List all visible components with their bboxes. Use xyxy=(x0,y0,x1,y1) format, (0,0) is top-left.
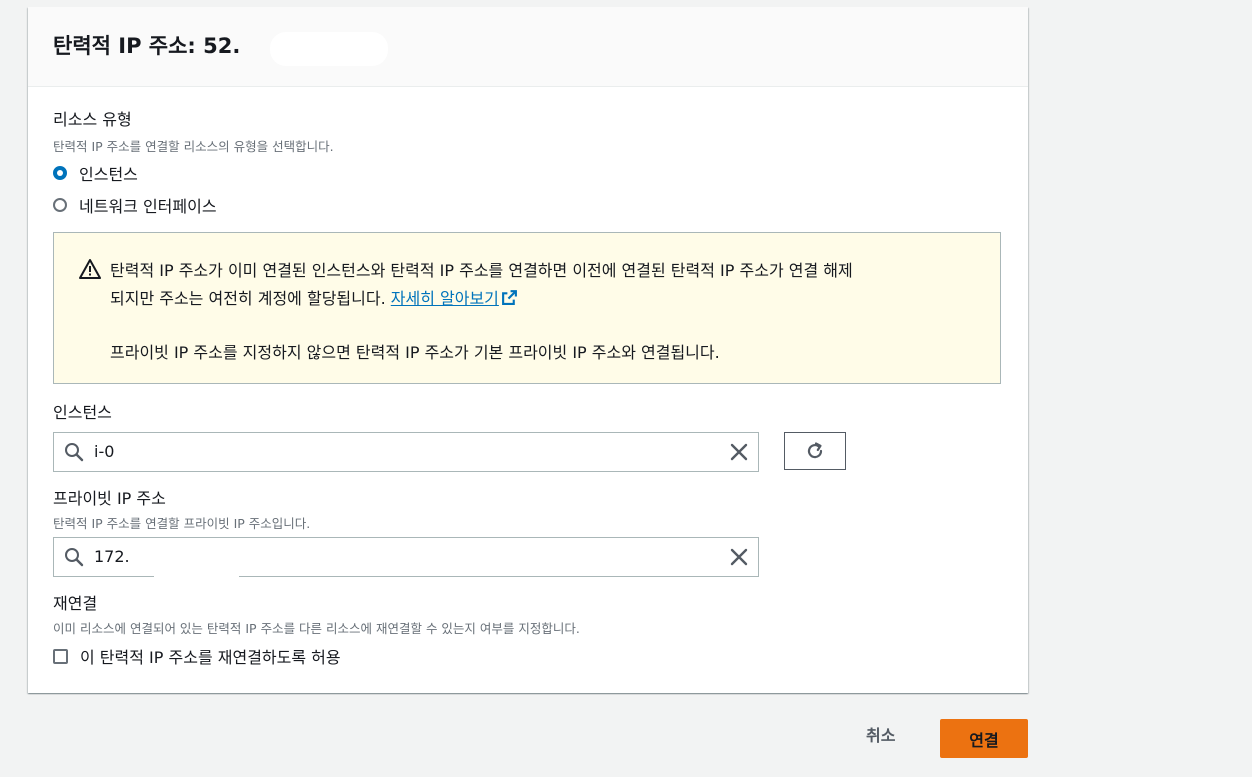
private-ip-search-value[interactable]: 172. xyxy=(94,547,130,566)
panel-header: 탄력적 IP 주소: 52. xyxy=(28,7,1028,87)
external-link-icon[interactable] xyxy=(501,289,518,306)
alert-text-line3: 프라이빗 IP 주소를 지정하지 않으면 탄력적 IP 주소가 기본 프라이빗 … xyxy=(110,343,720,362)
associate-eip-panel: 탄력적 IP 주소: 52. 리소스 유형 탄력적 IP 주소를 연결할 리소스… xyxy=(28,7,1028,693)
resource-type-description: 탄력적 IP 주소를 연결할 리소스의 유형을 선택합니다. xyxy=(53,139,334,154)
learn-more-link[interactable]: 자세히 알아보기 xyxy=(391,289,518,308)
private-ip-description: 탄력적 IP 주소를 연결할 프라이빗 IP 주소입니다. xyxy=(53,516,311,531)
instance-search-input[interactable]: i-0 xyxy=(53,432,759,472)
alert-text-line2-body: 되지만 주소는 여전히 계정에 할당됩니다. xyxy=(110,289,386,308)
reassociate-checkbox-label[interactable]: 이 탄력적 IP 주소를 재연결하도록 허용 xyxy=(80,644,341,668)
refresh-icon[interactable] xyxy=(805,441,825,461)
reassociate-label: 재연결 xyxy=(53,594,98,613)
associate-button[interactable]: 연결 xyxy=(940,719,1028,758)
radio-network-interface-label: 네트워크 인터페이스 xyxy=(79,197,217,216)
reassociate-checkbox-row[interactable]: 이 탄력적 IP 주소를 재연결하도록 허용 xyxy=(53,644,341,668)
radio-network-interface-button[interactable] xyxy=(53,198,67,212)
clear-icon[interactable] xyxy=(728,546,750,568)
alert-text-line2: 되지만 주소는 여전히 계정에 할당됩니다. 자세히 알아보기 xyxy=(110,285,518,309)
clear-icon[interactable] xyxy=(728,441,750,463)
instance-label: 인스턴스 xyxy=(53,403,112,422)
radio-instance-button[interactable] xyxy=(53,166,67,180)
learn-more-link-label[interactable]: 자세히 알아보기 xyxy=(391,289,499,308)
reassociate-description: 이미 리소스에 연결되어 있는 탄력적 IP 주소를 다른 리소스에 재연결할 … xyxy=(53,621,580,636)
private-ip-search-input[interactable]: 172. xyxy=(53,537,759,578)
redacted-ip-mask xyxy=(270,32,388,66)
private-ip-label: 프라이빗 IP 주소 xyxy=(53,489,166,508)
radio-instance-label: 인스턴스 xyxy=(79,165,138,184)
page-title: 탄력적 IP 주소: 52. xyxy=(53,34,241,58)
search-icon xyxy=(65,548,84,567)
search-icon xyxy=(65,443,84,462)
instance-search-value[interactable]: i-0 xyxy=(94,442,114,461)
alert-text-line1: 탄력적 IP 주소가 이미 연결된 인스턴스와 탄력적 IP 주소를 연결하면 … xyxy=(110,261,853,280)
refresh-button[interactable] xyxy=(784,432,846,470)
cancel-button[interactable]: 취소 xyxy=(866,722,895,746)
radio-network-interface[interactable]: 네트워크 인터페이스 xyxy=(53,193,217,217)
warning-icon xyxy=(79,259,101,279)
warning-alert: 탄력적 IP 주소가 이미 연결된 인스턴스와 탄력적 IP 주소를 연결하면 … xyxy=(53,232,1001,384)
associate-button-label[interactable]: 연결 xyxy=(969,727,998,751)
redacted-ip-mask xyxy=(154,552,239,578)
resource-type-label: 리소스 유형 xyxy=(53,110,132,129)
reassociate-checkbox[interactable] xyxy=(53,648,68,664)
radio-instance[interactable]: 인스턴스 xyxy=(53,161,138,185)
